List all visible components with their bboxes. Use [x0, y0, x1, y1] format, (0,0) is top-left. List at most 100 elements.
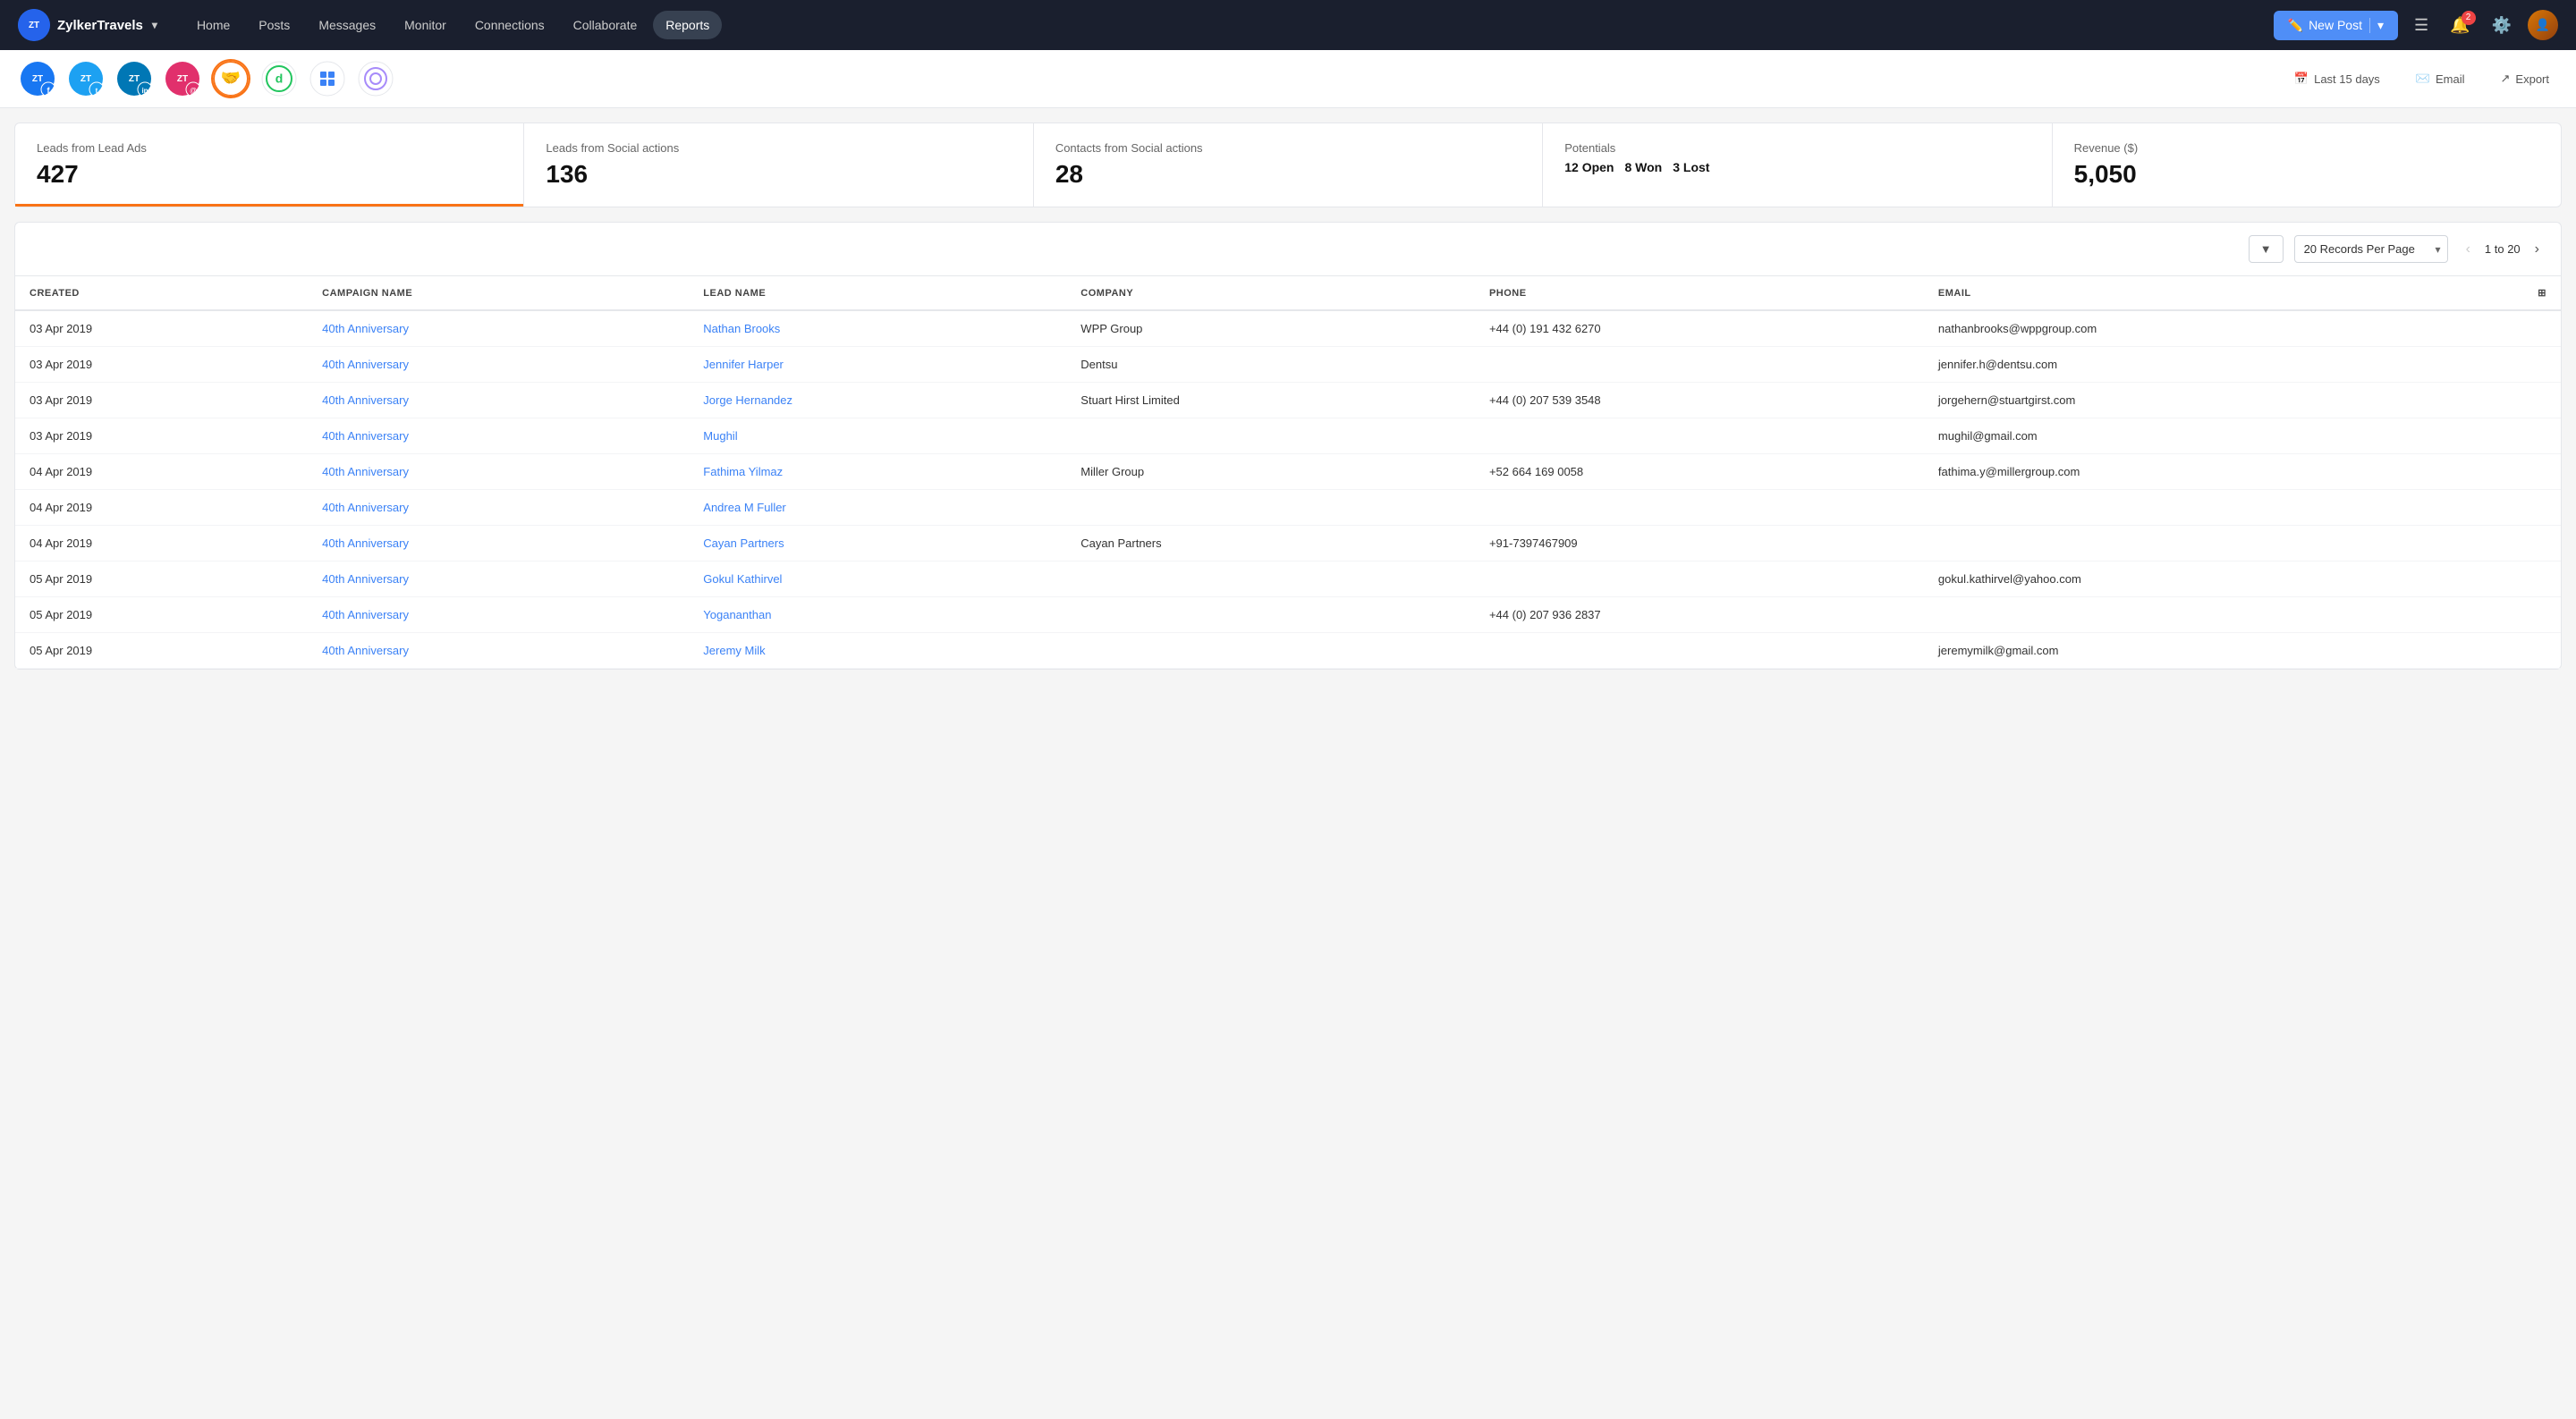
col-settings-icon[interactable]: ⊞	[2523, 276, 2561, 310]
pagination-label: 1 to 20	[2485, 242, 2521, 256]
cell-lead[interactable]: Mughil	[689, 418, 1066, 454]
prev-page-button[interactable]: ‹	[2459, 238, 2478, 261]
stat-contacts-social[interactable]: Contacts from Social actions 28	[1034, 123, 1543, 207]
col-company[interactable]: COMPANY	[1066, 276, 1475, 310]
col-email[interactable]: EMAIL	[1924, 276, 2523, 310]
notifications-button[interactable]: 🔔 2	[2445, 11, 2475, 40]
cell-email: jennifer.h@dentsu.com	[1924, 347, 2523, 383]
cell-phone	[1475, 347, 1924, 383]
cell-email: jeremymilk@gmail.com	[1924, 633, 2523, 669]
cell-lead[interactable]: Jennifer Harper	[689, 347, 1066, 383]
user-avatar[interactable]: 👤	[2528, 10, 2558, 40]
email-button[interactable]: ✉️ Email	[2407, 66, 2474, 91]
nav-messages[interactable]: Messages	[306, 11, 388, 39]
social-icon-d[interactable]: d	[259, 59, 299, 98]
cell-lead[interactable]: Nathan Brooks	[689, 310, 1066, 347]
col-created[interactable]: CREATED	[15, 276, 308, 310]
cell-campaign[interactable]: 40th Anniversary	[308, 347, 689, 383]
cell-campaign[interactable]: 40th Anniversary	[308, 562, 689, 597]
social-icon-grid[interactable]	[308, 59, 347, 98]
cell-email	[1924, 597, 2523, 633]
cell-company: Stuart Hirst Limited	[1066, 383, 1475, 418]
cell-campaign[interactable]: 40th Anniversary	[308, 490, 689, 526]
stat-revenue[interactable]: Revenue ($) 5,050	[2053, 123, 2561, 207]
svg-text:ZT: ZT	[129, 74, 140, 84]
table-row: 05 Apr 201940th AnniversaryGokul Kathirv…	[15, 562, 2561, 597]
cell-lead[interactable]: Jorge Hernandez	[689, 383, 1066, 418]
nav-connections[interactable]: Connections	[462, 11, 557, 39]
cell-lead[interactable]: Fathima Yilmaz	[689, 454, 1066, 490]
cell-company: WPP Group	[1066, 310, 1475, 347]
export-button[interactable]: ↗ Export	[2492, 66, 2558, 91]
cell-created: 04 Apr 2019	[15, 490, 308, 526]
new-post-button[interactable]: ✏️ New Post ▾	[2274, 11, 2398, 40]
gear-icon: ⚙️	[2492, 16, 2512, 35]
cell-company	[1066, 597, 1475, 633]
col-lead[interactable]: LEAD NAME	[689, 276, 1066, 310]
nav-actions: ✏️ New Post ▾ ☰ 🔔 2 ⚙️ 👤	[2274, 10, 2558, 40]
cell-lead[interactable]: Cayan Partners	[689, 526, 1066, 562]
next-page-button[interactable]: ›	[2528, 238, 2546, 261]
cell-campaign[interactable]: 40th Anniversary	[308, 526, 689, 562]
stat-contacts-social-label: Contacts from Social actions	[1055, 141, 1521, 155]
settings-button[interactable]: ⚙️	[2487, 11, 2517, 40]
email-icon: ✉️	[2416, 72, 2430, 86]
icon-bar: ZT f ZT t ZT in	[0, 50, 2576, 108]
cell-lead[interactable]: Gokul Kathirvel	[689, 562, 1066, 597]
stat-won: 8 Won	[1624, 160, 1662, 174]
menu-icon-button[interactable]: ☰	[2409, 11, 2434, 40]
social-icon-linkedin[interactable]: ZT in	[114, 59, 154, 98]
cell-campaign[interactable]: 40th Anniversary	[308, 310, 689, 347]
stat-open: 12 Open	[1564, 160, 1614, 174]
cell-lead[interactable]: Yogananthan	[689, 597, 1066, 633]
cell-campaign[interactable]: 40th Anniversary	[308, 597, 689, 633]
cell-campaign[interactable]: 40th Anniversary	[308, 454, 689, 490]
nav-monitor[interactable]: Monitor	[392, 11, 459, 39]
stat-contacts-social-value: 28	[1055, 160, 1521, 189]
cell-phone: +44 (0) 207 936 2837	[1475, 597, 1924, 633]
nav-reports[interactable]: Reports	[653, 11, 722, 39]
table-row: 03 Apr 201940th AnniversaryJorge Hernand…	[15, 383, 2561, 418]
stat-potentials[interactable]: Potentials 12 Open 8 Won 3 Lost	[1543, 123, 2052, 207]
pagination: ‹ 1 to 20 ›	[2459, 238, 2546, 261]
col-campaign[interactable]: CAMPAIGN NAME	[308, 276, 689, 310]
table-row: 03 Apr 201940th AnniversaryNathan Brooks…	[15, 310, 2561, 347]
social-icon-instagram[interactable]: ZT @	[163, 59, 202, 98]
stat-open-value: 12	[1564, 160, 1579, 174]
table-row: 04 Apr 201940th AnniversaryAndrea M Full…	[15, 490, 2561, 526]
cell-company	[1066, 562, 1475, 597]
stat-won-value: 8	[1624, 160, 1631, 174]
social-icon-circle[interactable]	[356, 59, 395, 98]
stat-leads-social[interactable]: Leads from Social actions 136	[524, 123, 1033, 207]
filter-button[interactable]: ▼	[2249, 235, 2284, 263]
social-icon-twitter[interactable]: ZT t	[66, 59, 106, 98]
stat-lost-value: 3	[1673, 160, 1680, 174]
nav-posts[interactable]: Posts	[246, 11, 302, 39]
cell-lead[interactable]: Andrea M Fuller	[689, 490, 1066, 526]
cell-phone	[1475, 562, 1924, 597]
nav-collaborate[interactable]: Collaborate	[561, 11, 650, 39]
cell-company	[1066, 490, 1475, 526]
last-days-label: Last 15 days	[2314, 72, 2380, 86]
stat-leads-lead-ads-label: Leads from Lead Ads	[37, 141, 502, 155]
cell-lead[interactable]: Jeremy Milk	[689, 633, 1066, 669]
last-days-button[interactable]: 📅 Last 15 days	[2285, 66, 2389, 91]
stat-leads-lead-ads[interactable]: Leads from Lead Ads 427	[15, 123, 524, 207]
social-icon-facebook[interactable]: ZT f	[18, 59, 57, 98]
export-label: Export	[2515, 72, 2549, 86]
pencil-icon: ✏️	[2288, 18, 2303, 33]
menu-icon: ☰	[2414, 16, 2428, 35]
cell-email: gokul.kathirvel@yahoo.com	[1924, 562, 2523, 597]
cell-campaign[interactable]: 40th Anniversary	[308, 633, 689, 669]
cell-col-icon	[2523, 310, 2561, 347]
cell-created: 03 Apr 2019	[15, 418, 308, 454]
nav-home[interactable]: Home	[184, 11, 242, 39]
per-page-select[interactable]: 20 Records Per Page 50 Records Per Page …	[2294, 235, 2448, 263]
cell-campaign[interactable]: 40th Anniversary	[308, 418, 689, 454]
cell-campaign[interactable]: 40th Anniversary	[308, 383, 689, 418]
columns-settings-icon: ⊞	[2538, 288, 2546, 299]
col-phone[interactable]: PHONE	[1475, 276, 1924, 310]
table-area: ▼ 20 Records Per Page 50 Records Per Pag…	[14, 222, 2562, 670]
social-icon-lead-ads[interactable]: 🤝	[211, 59, 250, 98]
brand-logo-area[interactable]: ZT ZylkerTravels ▾	[18, 9, 157, 41]
